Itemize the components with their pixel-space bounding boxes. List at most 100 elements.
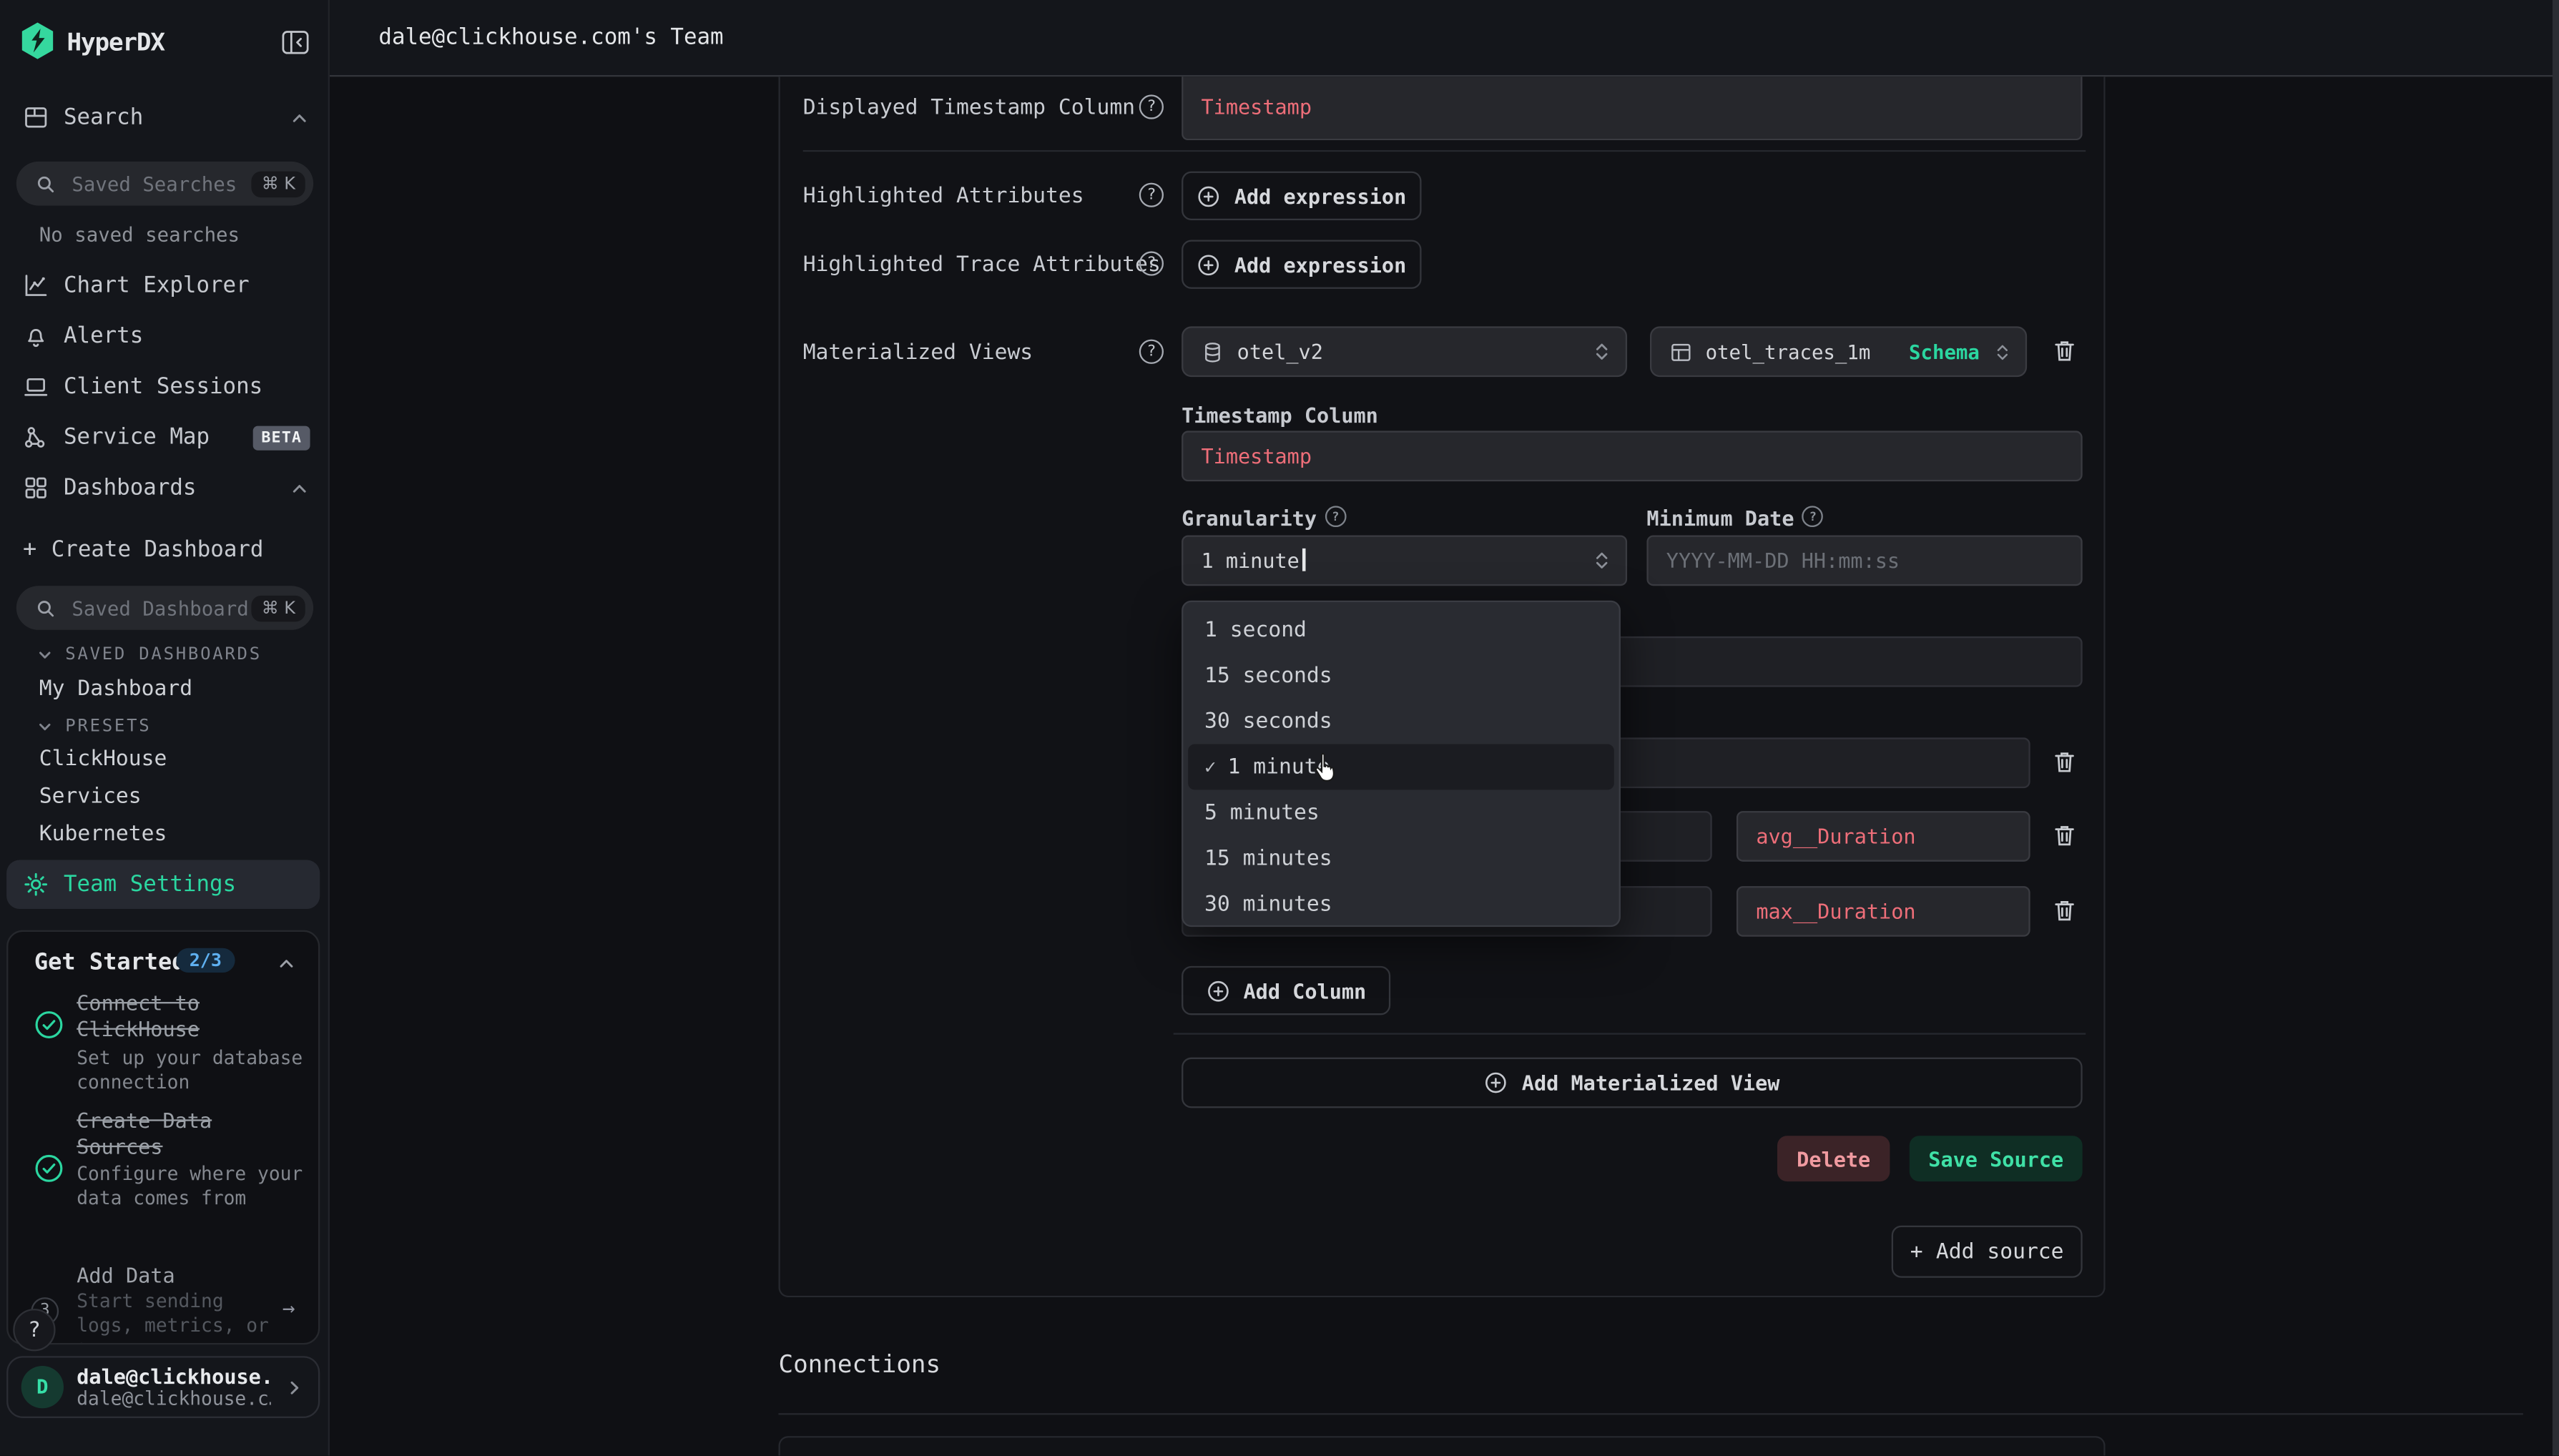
dropdown-option[interactable]: 5 minutes <box>1183 790 1619 835</box>
group-saved-dashboards[interactable]: SAVED DASHBOARDS <box>36 644 262 664</box>
dropdown-option[interactable]: 15 seconds <box>1183 653 1619 699</box>
minimum-date-input[interactable] <box>1646 535 2082 586</box>
user-name: dale@clickhouse.… <box>77 1365 271 1388</box>
chevron-up-icon[interactable] <box>276 953 298 975</box>
granularity-combobox[interactable]: 1 minute <box>1182 535 1627 586</box>
field-label: Timestamp Column <box>1182 403 1378 428</box>
grid-icon <box>23 475 49 501</box>
help-fab-button[interactable]: ? <box>13 1309 55 1351</box>
sidebar-item-clickhouse[interactable]: ClickHouse <box>39 747 167 772</box>
arrow-right-icon[interactable]: → <box>283 1297 295 1322</box>
add-materialized-view-button[interactable]: Add Materialized View <box>1182 1058 2083 1108</box>
get-started-title: Get Started <box>34 950 186 976</box>
dropdown-option[interactable]: 1 second <box>1183 607 1619 653</box>
add-expression-button[interactable]: Add expression <box>1182 172 1421 220</box>
help-icon[interactable]: ? <box>1139 183 1164 207</box>
sidebar-item-label: Search <box>64 104 274 131</box>
sidebar-item-team-settings[interactable]: Team Settings <box>6 860 320 909</box>
saved-dashboards-input[interactable] <box>69 595 252 621</box>
sidebar-item-label: Alerts <box>64 323 143 350</box>
check-icon: ✓ <box>1204 756 1217 779</box>
delete-mv-icon[interactable] <box>2051 338 2078 364</box>
help-icon[interactable]: ? <box>1139 340 1164 364</box>
beta-badge: BETA <box>253 425 310 449</box>
plus-circle-icon <box>1484 1071 1508 1095</box>
step-title[interactable]: Add Data <box>77 1263 305 1289</box>
mv-column-alias-input[interactable] <box>1737 811 2030 862</box>
dropdown-option[interactable]: 30 minutes <box>1183 881 1619 927</box>
connections-heading: Connections <box>778 1349 940 1379</box>
dropdown-option[interactable]: 15 minutes <box>1183 835 1619 881</box>
brand-name: HyperDX <box>67 28 164 57</box>
sidebar-item-dashboards[interactable]: Dashboards <box>23 475 310 501</box>
plus-circle-icon <box>1197 184 1221 208</box>
step-title[interactable]: Create Data Sources <box>77 1108 305 1160</box>
sidebar-item-client-sessions[interactable]: Client Sessions <box>23 374 310 400</box>
plus-icon: + <box>23 537 36 564</box>
plus-icon: + <box>1910 1239 1923 1264</box>
field-label: Minimum Date? <box>1646 506 1823 530</box>
sidebar-item-services[interactable]: Services <box>39 785 142 810</box>
connections-card <box>778 1436 2105 1455</box>
mv-column-alias-input[interactable] <box>1737 886 2030 937</box>
delete-source-button[interactable]: Delete <box>1777 1136 1890 1181</box>
add-source-button[interactable]: + Add source <box>1892 1226 2083 1278</box>
saved-searches-input[interactable] <box>69 170 252 197</box>
saved-dashboards-search[interactable]: ⌘ K <box>16 586 313 630</box>
dropdown-option-selected[interactable]: ✓ 1 minute <box>1188 744 1614 790</box>
group-label: PRESETS <box>65 717 151 736</box>
sidebar-item-chart-explorer[interactable]: Chart Explorer <box>23 272 310 299</box>
add-expression-button[interactable]: Add expression <box>1182 240 1421 288</box>
user-email: dale@clickhouse.c… <box>77 1388 271 1410</box>
hyperdx-logo-icon <box>19 21 55 61</box>
updown-chevrons-icon <box>1591 341 1613 363</box>
group-presets[interactable]: PRESETS <box>36 717 151 736</box>
laptop-icon <box>23 374 49 400</box>
search-icon <box>34 172 57 195</box>
create-dashboard-button[interactable]: + Create Dashboard <box>23 537 310 564</box>
field-label: Materialized Views <box>803 341 1033 365</box>
displayed-timestamp-input[interactable] <box>1182 77 2083 140</box>
help-icon[interactable]: ? <box>1139 251 1164 275</box>
divider <box>1174 1033 2086 1034</box>
page-title: dale@clickhouse.com's Team <box>378 24 723 51</box>
chevron-down-icon <box>36 645 54 663</box>
sidebar-item-my-dashboard[interactable]: My Dashboard <box>39 677 192 702</box>
table-icon <box>1669 340 1692 363</box>
delete-column-icon[interactable] <box>2051 822 2078 849</box>
service-map-icon <box>23 424 49 451</box>
sidebar-item-kubernetes[interactable]: Kubernetes <box>39 822 167 847</box>
mv-view-select[interactable]: otel_v2 <box>1182 326 1627 377</box>
get-started-card: Get Started 2/3 Connect to ClickHouse Se… <box>6 930 320 1345</box>
mv-table-select[interactable]: otel_traces_1m Schema <box>1650 326 2027 377</box>
help-icon[interactable]: ? <box>1802 506 1824 527</box>
sidebar-item-alerts[interactable]: Alerts <box>23 323 310 350</box>
plus-circle-icon <box>1206 978 1230 1003</box>
mv-table-value: otel_traces_1m <box>1706 340 1896 363</box>
sidebar-collapse-icon[interactable] <box>280 28 310 57</box>
button-label: Add source <box>1936 1239 2064 1264</box>
team-settings-label: Team Settings <box>64 872 236 898</box>
field-label: Highlighted Trace Attributes <box>803 253 1161 277</box>
help-icon[interactable]: ? <box>1139 94 1164 119</box>
add-column-button[interactable]: Add Column <box>1182 966 1390 1015</box>
dropdown-option[interactable]: 30 seconds <box>1183 699 1619 744</box>
saved-searches-search[interactable]: ⌘ K <box>16 162 313 206</box>
help-icon[interactable]: ? <box>1325 506 1346 527</box>
step-title[interactable]: Connect to ClickHouse <box>77 990 305 1043</box>
plus-circle-icon <box>1197 252 1221 277</box>
user-menu[interactable]: D dale@clickhouse.… dale@clickhouse.c… <box>6 1356 320 1418</box>
button-label: Add expression <box>1234 184 1406 208</box>
sidebar-item-service-map[interactable]: Service Map BETA <box>23 424 310 451</box>
delete-column-icon[interactable] <box>2051 749 2078 775</box>
sidebar-item-label: Client Sessions <box>64 374 262 400</box>
schema-link[interactable]: Schema <box>1909 340 1980 363</box>
delete-column-icon[interactable] <box>2051 897 2078 924</box>
scrollbar[interactable] <box>2553 0 2559 1455</box>
save-source-button[interactable]: Save Source <box>1910 1136 2083 1181</box>
step-desc: Set up your database connection <box>77 1046 308 1095</box>
database-icon <box>1201 340 1224 363</box>
mv-timestamp-column-input[interactable] <box>1182 431 2083 481</box>
group-label: SAVED DASHBOARDS <box>65 644 262 664</box>
sidebar-item-search[interactable]: Search <box>23 104 310 131</box>
